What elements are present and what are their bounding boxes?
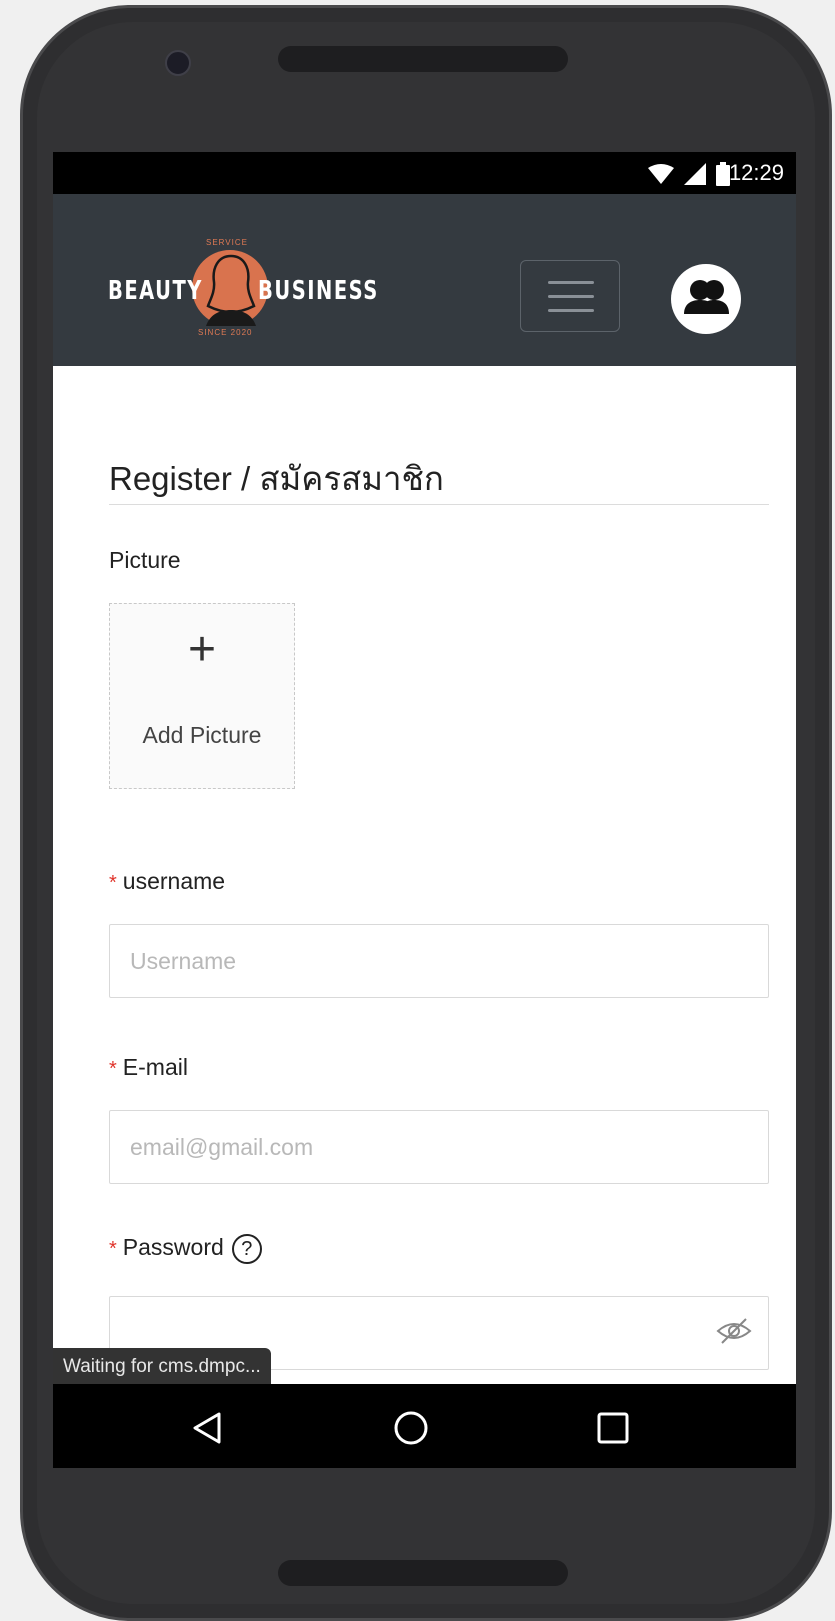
menu-line (548, 281, 594, 284)
brand-tagline-bottom: SINCE 2020 (198, 328, 253, 337)
username-input[interactable] (110, 925, 768, 997)
brand-tagline-top: SERVICE (206, 238, 248, 247)
site-header: BEAUTY BUSINESS SERVICE SINCE 2020 (53, 194, 796, 366)
brand-word-left: BEAUTY (108, 276, 203, 306)
brand-word-right: BUSINESS (258, 276, 379, 306)
required-mark: * (109, 1238, 117, 1261)
add-picture-label: Add Picture (142, 722, 262, 748)
phone-screen: 12:29 BEAUTY BUSINESS SERVICE SINCE 2020 (53, 152, 796, 1468)
front-camera (165, 50, 191, 76)
status-bar: 12:29 (53, 152, 796, 194)
email-field-wrapper (109, 1110, 769, 1184)
wifi-icon (648, 164, 674, 184)
woman-silhouette-icon (206, 254, 256, 326)
picture-label: Picture (109, 547, 181, 573)
username-field-wrapper (109, 924, 769, 998)
menu-line (548, 309, 594, 312)
bottom-speaker (278, 1560, 568, 1586)
title-divider (109, 504, 769, 505)
username-label: * username (109, 868, 225, 895)
battery-icon (716, 162, 730, 186)
plus-icon: + (187, 623, 217, 676)
page-title: Register / สมัครสมาชิก (109, 460, 444, 497)
email-label: * E-mail (109, 1054, 188, 1081)
add-picture-upload[interactable]: + Add Picture (109, 603, 295, 789)
email-label-text: E-mail (122, 1054, 188, 1080)
brand-logo[interactable]: BEAUTY BUSINESS SERVICE SINCE 2020 (108, 232, 388, 338)
browser-status-tooltip: Waiting for cms.dmpc... (53, 1348, 271, 1386)
android-nav-bar (53, 1384, 796, 1468)
help-icon[interactable]: ? (231, 1234, 262, 1264)
username-label-text: username (122, 868, 226, 894)
home-circle-icon[interactable] (389, 1406, 433, 1450)
recents-square-icon[interactable] (591, 1406, 635, 1450)
earpiece-speaker (278, 46, 568, 72)
back-triangle-icon[interactable] (187, 1406, 231, 1450)
password-label: * Password? (109, 1234, 262, 1264)
users-icon (684, 280, 729, 314)
eye-invisible-icon[interactable] (716, 1317, 752, 1345)
hamburger-menu-button[interactable] (520, 260, 620, 332)
password-label-text: Password (122, 1234, 224, 1261)
required-mark: * (109, 872, 117, 894)
user-account-button[interactable] (671, 264, 741, 334)
required-mark: * (109, 1058, 117, 1080)
status-time: 12:29 (728, 160, 784, 185)
menu-line (548, 295, 594, 298)
signal-icon (684, 163, 706, 185)
email-input[interactable] (110, 1111, 768, 1183)
